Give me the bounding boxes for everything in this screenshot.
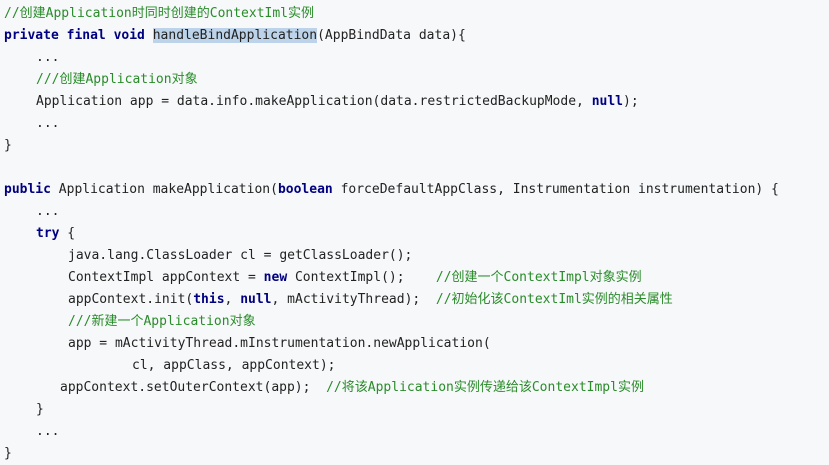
code-text: cl, appClass, appContext);: [132, 358, 336, 373]
keyword: null: [591, 94, 624, 109]
code-text: , mActivityThread);: [271, 292, 436, 307]
keyword: new: [263, 270, 288, 285]
code-line: //创建Application时同时创建的ContextIml实例: [4, 3, 829, 25]
code-line: ContextImpl appContext = new ContextImpl…: [4, 267, 829, 289]
code-text: {: [59, 226, 76, 241]
keyword: public: [4, 182, 59, 197]
keyword: this: [193, 292, 225, 307]
code-text: forceDefaultAppClass, Instrumentation in…: [332, 182, 779, 197]
code-line: try {: [4, 223, 829, 245]
code-text: Application makeApplication(: [58, 182, 278, 197]
code-text: appContext.setOuterContext(app);: [60, 380, 327, 395]
comment: ///创建Application对象: [36, 72, 198, 87]
code-text: Application app = data.info.makeApplicat…: [36, 94, 592, 109]
code-line: }: [4, 443, 829, 465]
code-line: public Application makeApplication(boole…: [4, 179, 829, 201]
code-text: java.lang.ClassLoader cl = getClassLoade…: [68, 248, 413, 263]
code-text: );: [623, 94, 639, 109]
code-line: ///创建Application对象: [4, 69, 829, 91]
keyword: boolean: [277, 182, 333, 197]
code-line: appContext.init(this, null, mActivityThr…: [4, 289, 829, 311]
code-line: }: [4, 399, 829, 421]
code-line: Application app = data.info.makeApplicat…: [4, 91, 829, 113]
code-line: appContext.setOuterContext(app); //将该App…: [4, 377, 829, 399]
code-text: }: [4, 138, 12, 153]
code-text: ContextImpl appContext =: [68, 270, 264, 285]
code-text: }: [36, 402, 44, 417]
comment: //创建Application时同时创建的ContextIml实例: [4, 6, 315, 21]
comment: //将该Application实例传递给该ContextImpl实例: [326, 380, 644, 395]
comment: //创建一个ContextImpl对象实例: [435, 270, 642, 285]
code-text: appContext.init(: [68, 292, 194, 307]
code-line: ///新建一个Application对象: [4, 311, 829, 333]
code-line: private final void handleBindApplication…: [4, 25, 829, 47]
code-line: }: [4, 135, 829, 157]
selected-identifier: handleBindApplication: [152, 28, 318, 43]
code-text: ...: [36, 116, 60, 131]
keyword: private final void: [4, 28, 153, 43]
comment: //初始化该ContextIml实例的相关属性: [435, 292, 673, 307]
code-line: app = mActivityThread.mInstrumentation.n…: [4, 333, 829, 355]
code-text: ...: [36, 50, 60, 65]
code-line: ...: [4, 47, 829, 69]
keyword: null: [240, 292, 272, 307]
code-text: app = mActivityThread.mInstrumentation.n…: [68, 336, 491, 351]
code-text: ...: [36, 204, 60, 219]
keyword: try: [36, 226, 60, 241]
code-text: (AppBindData data){: [317, 28, 466, 43]
code-line: ...: [4, 421, 829, 443]
code-line: cl, appClass, appContext);: [4, 355, 829, 377]
code-line: ...: [4, 201, 829, 223]
code-text: ,: [224, 292, 241, 307]
comment: ///新建一个Application对象: [68, 314, 256, 329]
code-text: ContextImpl();: [287, 270, 436, 285]
code-line: java.lang.ClassLoader cl = getClassLoade…: [4, 245, 829, 267]
code-editor[interactable]: //创建Application时同时创建的ContextIml实例 private…: [0, 0, 829, 465]
code-text: }: [4, 446, 12, 461]
code-line: ...: [4, 113, 829, 135]
code-text: ...: [36, 424, 60, 439]
